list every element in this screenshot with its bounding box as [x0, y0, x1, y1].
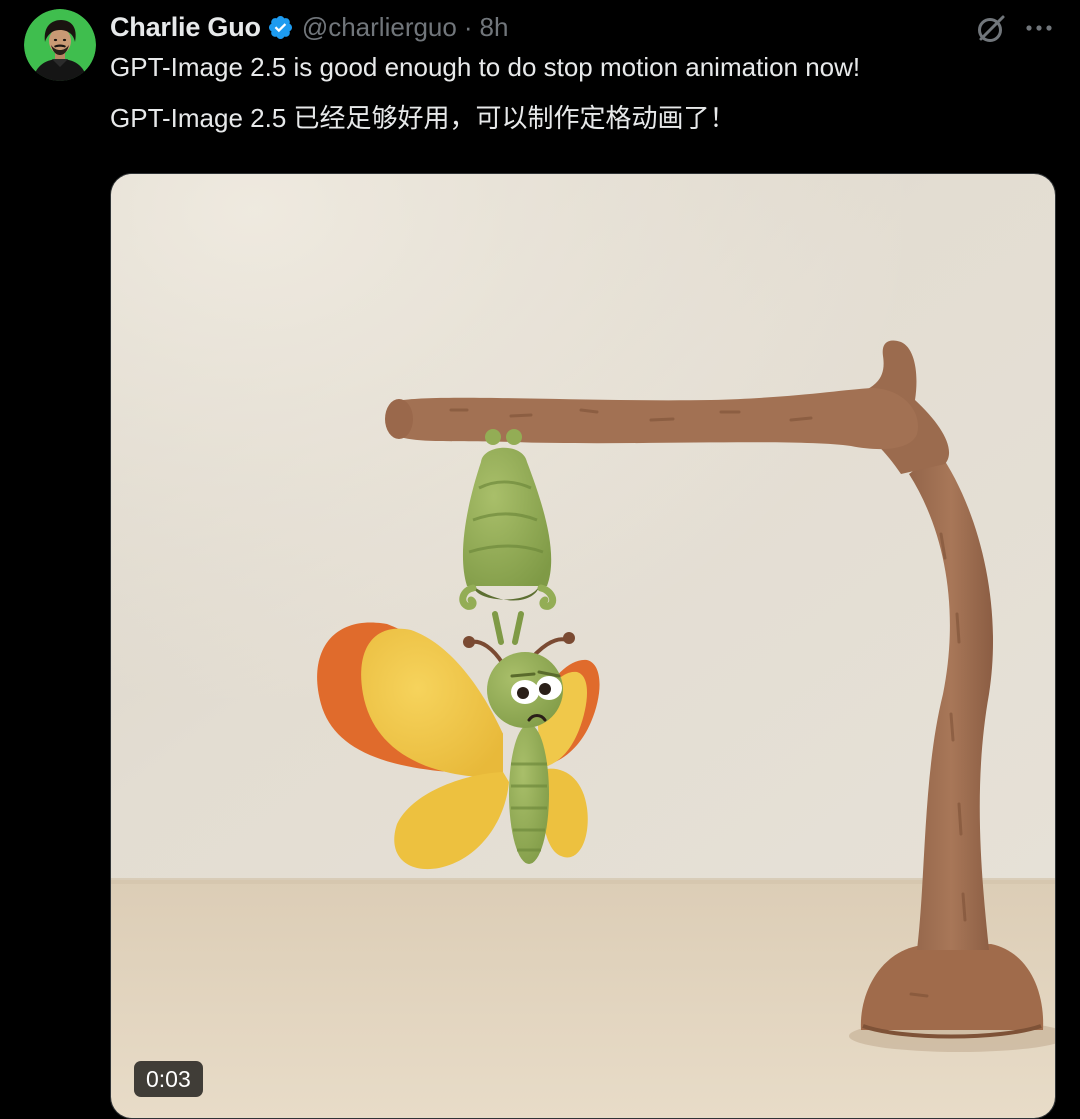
author-display-name[interactable]: Charlie Guo [110, 12, 261, 43]
tweet-card: Charlie Guo @charlierguo · 8h GPT-Image … [0, 0, 1080, 1119]
author-avatar[interactable] [24, 9, 96, 81]
avatar-image [24, 9, 96, 81]
tweet-header: Charlie Guo @charlierguo · 8h [110, 8, 508, 46]
tweet-text-line-chinese: GPT-Image 2.5 已经足够好用，可以制作定格动画了！ [110, 103, 736, 133]
tweet-timestamp[interactable]: 8h [480, 12, 509, 43]
more-options-icon[interactable] [1022, 11, 1058, 47]
tweet-text-line-english: GPT-Image 2.5 is good enough to do stop … [110, 52, 861, 82]
verified-badge-icon[interactable] [267, 14, 294, 41]
grok-icon[interactable] [973, 11, 1009, 47]
author-handle[interactable]: @charlierguo [302, 12, 457, 43]
video-frame-clay-scene [111, 174, 1055, 1118]
video-duration-badge: 0:03 [134, 1061, 203, 1097]
separator-dot: · [463, 11, 473, 42]
tweet-video-media[interactable] [110, 173, 1056, 1119]
